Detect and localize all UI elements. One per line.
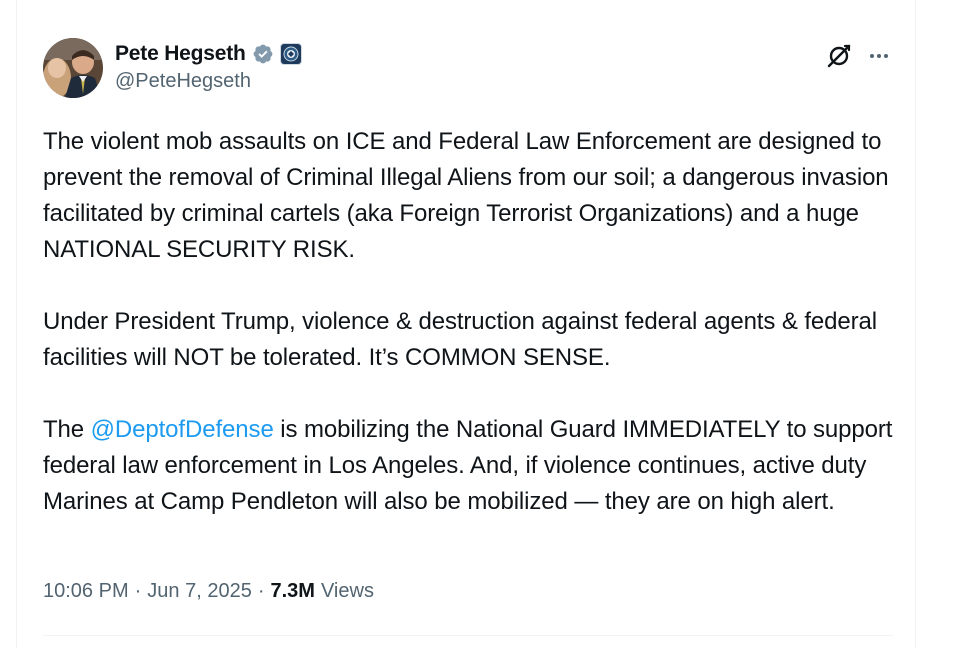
meta-separator: · bbox=[257, 580, 265, 602]
tweet-meta: 10:06 PM · Jun 7, 2025 · 7.3M Views bbox=[43, 580, 374, 603]
tweet-text: The violent mob assaults on ICE and Fede… bbox=[43, 124, 903, 520]
meta-separator: · bbox=[134, 580, 142, 602]
views-count: 7.3M bbox=[270, 580, 315, 602]
grok-button[interactable] bbox=[825, 42, 853, 70]
author-names: Pete Hegseth @PeteHegseth bbox=[115, 40, 302, 93]
paragraph-prefix: The bbox=[43, 416, 91, 443]
tweet-date[interactable]: Jun 7, 2025 bbox=[147, 580, 252, 603]
divider bbox=[43, 635, 893, 636]
more-options-icon bbox=[870, 54, 888, 58]
tweet-actions bbox=[825, 42, 893, 70]
tweet-paragraph-2: Under President Trump, violence & destru… bbox=[43, 308, 878, 371]
views-label: Views bbox=[320, 580, 374, 602]
author-handle[interactable]: @PeteHegseth bbox=[115, 70, 302, 93]
tweet-time[interactable]: 10:06 PM bbox=[43, 580, 129, 603]
avatar-photo bbox=[43, 38, 103, 98]
tweet-header: Pete Hegseth @PeteHegseth bbox=[43, 38, 893, 100]
name-row: Pete Hegseth bbox=[115, 40, 302, 68]
seal-graphic bbox=[280, 44, 301, 64]
grok-icon bbox=[827, 44, 851, 68]
tweet-card: Pete Hegseth @PeteHegseth The violent mo… bbox=[16, 0, 916, 648]
tweet-paragraph-1: The violent mob assaults on ICE and Fede… bbox=[43, 128, 889, 263]
tweet-paragraph-3: The @DeptofDefense is mobilizing the Nat… bbox=[43, 412, 903, 520]
more-options-button[interactable] bbox=[865, 42, 893, 70]
avatar[interactable] bbox=[43, 38, 103, 98]
verified-badge-icon[interactable] bbox=[252, 43, 274, 65]
department-of-defense-seal-icon[interactable] bbox=[279, 43, 302, 65]
author-display-name[interactable]: Pete Hegseth bbox=[115, 42, 246, 66]
mention-link[interactable]: @DeptofDefense bbox=[91, 416, 274, 443]
